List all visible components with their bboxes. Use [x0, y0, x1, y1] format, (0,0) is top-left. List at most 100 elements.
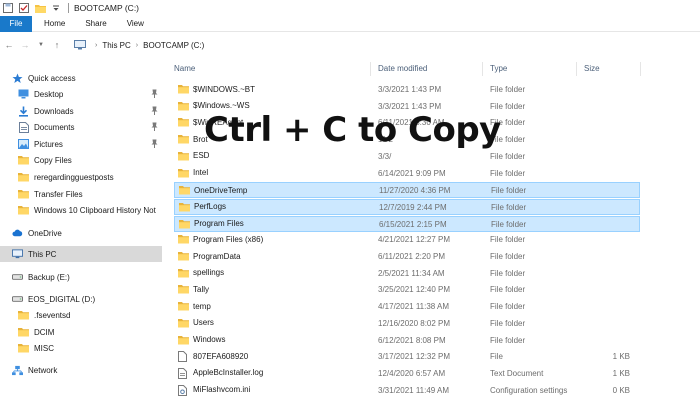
column-divider[interactable] — [482, 62, 483, 76]
address-box[interactable]: › This PC › BOOTCAMP (C:) — [70, 36, 700, 54]
save-icon[interactable] — [2, 2, 14, 14]
folder-icon — [18, 155, 29, 166]
sidebar-item-label: Copy Files — [34, 155, 72, 165]
up-arrow-icon[interactable]: ↑ — [50, 38, 64, 52]
sidebar-item[interactable]: OneDrive — [0, 225, 162, 241]
cloud-icon — [12, 228, 23, 239]
file-row[interactable]: temp 4/17/2021 11:38 AM File folder — [174, 299, 640, 315]
tab-view[interactable]: View — [117, 16, 154, 32]
folder-icon — [18, 327, 29, 338]
file-row[interactable]: spellings 2/5/2021 11:34 AM File folder — [174, 266, 640, 282]
sidebar-item[interactable]: .fseventsd — [0, 307, 162, 323]
sidebar-item-label: Network — [28, 365, 58, 375]
file-size: 1 KB — [612, 352, 630, 362]
pc-icon — [74, 40, 86, 50]
file-date-modified: 6/15/2021 2:15 PM — [379, 219, 447, 229]
file-row[interactable]: MiFlashvcom.ini 3/31/2021 11:49 AM Configu… — [174, 383, 640, 399]
sidebar-item-label: This PC — [28, 249, 57, 259]
file-date-modified: 6/14/2021 9:09 PM — [378, 168, 446, 178]
file-type: File folder — [490, 151, 526, 161]
file-row[interactable]: Users 12/16/2020 8:02 PM File folder — [174, 316, 640, 332]
file-row[interactable]: Windows 6/12/2021 8:08 PM File folder — [174, 333, 640, 349]
file-row[interactable]: Tally 3/25/2021 12:40 PM File folder — [174, 282, 640, 298]
file-row[interactable]: $WINDOWS.~BT 3/3/2021 1:43 PM File folder — [174, 82, 640, 98]
file-name-cell: ESD — [178, 151, 209, 161]
file-type: File folder — [490, 235, 526, 245]
title-separator — [68, 3, 69, 13]
file-date-modified: 12/4/2020 6:57 AM — [378, 368, 446, 378]
pin-icon[interactable] — [151, 139, 158, 148]
file-row[interactable]: ESD 3/3/File folder — [174, 149, 640, 165]
file-row[interactable]: Program Files (x86) 4/21/2021 12:27 PM Fil… — [174, 232, 640, 248]
title-bar: BOOTCAMP (C:) — [0, 0, 700, 16]
folder-icon — [178, 151, 189, 161]
file-row[interactable]: OneDriveTemp 11/27/2020 4:36 PM File folde… — [174, 182, 640, 199]
folder-icon — [178, 268, 189, 278]
file-name: $Windows.~WS — [193, 101, 250, 111]
file-type: File folder — [490, 302, 526, 312]
pin-icon[interactable] — [151, 89, 158, 98]
file-type: File folder — [490, 335, 526, 345]
file-name-cell: MiFlashvcom.ini — [178, 384, 250, 396]
drive-icon — [12, 272, 23, 283]
file-row[interactable]: ProgramData 6/11/2021 2:20 PM File folder — [174, 249, 640, 265]
text-file-icon — [178, 367, 189, 379]
column-divider[interactable] — [370, 62, 371, 76]
sidebar-item-label: MISC — [34, 343, 54, 353]
sidebar-item[interactable]: Network — [0, 362, 162, 378]
column-header-type[interactable]: Type — [490, 64, 507, 73]
column-header-date-modified[interactable]: Date modified — [378, 64, 427, 73]
checkbox-icon[interactable] — [18, 2, 30, 14]
sidebar-item-label: Documents — [34, 122, 75, 132]
file-row[interactable]: Program Files 6/15/2021 2:15 PM File folde… — [174, 215, 640, 232]
sidebar-item[interactable]: Downloads — [0, 103, 162, 119]
file-date-modified: 4/21/2021 12:27 PM — [378, 235, 451, 245]
file-row[interactable]: AppleBcInstaller.log 12/4/2020 6:57 AM Tex… — [174, 366, 640, 382]
dropdown-icon[interactable] — [50, 2, 62, 14]
forward-arrow-icon[interactable]: → — [18, 38, 32, 52]
file-date-modified: 3/25/2021 12:40 PM — [378, 285, 451, 295]
file-name: 807EFA608920 — [193, 351, 249, 361]
sidebar-item[interactable]: Documents — [0, 119, 162, 135]
sidebar-item[interactable]: Desktop — [0, 86, 162, 102]
sidebar-item-label: Windows 10 Clipboard History Not — [34, 205, 156, 215]
column-header-size[interactable]: Size — [584, 64, 600, 73]
file-row[interactable]: Intel 6/14/2021 9:09 PM File folder — [174, 166, 640, 182]
file-name: spellings — [193, 268, 225, 278]
sidebar-item[interactable]: reregardingguestposts — [0, 169, 162, 185]
file-date-modified: 4/17/2021 11:38 AM — [378, 302, 450, 312]
sidebar-item[interactable]: MISC — [0, 340, 162, 356]
tab-home[interactable]: Home — [32, 16, 75, 32]
folder-icon — [178, 301, 189, 311]
pin-icon[interactable] — [151, 122, 158, 131]
sidebar-item[interactable]: Copy Files — [0, 152, 162, 168]
file-name: ProgramData — [193, 251, 241, 261]
breadcrumb-this-pc[interactable]: This PC — [102, 41, 130, 50]
sidebar-item[interactable]: Windows 10 Clipboard History Not — [0, 202, 162, 218]
sidebar-item-label: OneDrive — [28, 228, 62, 238]
breadcrumb-bootcamp[interactable]: BOOTCAMP (C:) — [143, 41, 204, 50]
sidebar-item[interactable]: Transfer Files — [0, 186, 162, 202]
sidebar-item[interactable]: Pictures — [0, 136, 162, 152]
sidebar-item[interactable]: Quick access — [0, 70, 162, 86]
column-divider[interactable] — [576, 62, 577, 76]
file-row[interactable]: PerfLogs 12/7/2019 2:44 PM File folder — [174, 198, 640, 215]
sidebar-item[interactable]: DCIM — [0, 324, 162, 340]
recent-dropdown-icon[interactable]: ▼ — [34, 38, 48, 52]
column-divider[interactable] — [640, 62, 641, 76]
sidebar-item[interactable]: This PC — [0, 246, 162, 262]
tab-file[interactable]: File — [0, 15, 32, 32]
column-header-name[interactable]: Name — [174, 64, 195, 73]
file-name-cell: ProgramData — [178, 251, 241, 261]
address-bar: ← → ▼ ↑ › This PC › BOOTCAMP (C:) — [0, 33, 700, 57]
pin-icon[interactable] — [151, 106, 158, 115]
tab-share[interactable]: Share — [75, 16, 116, 32]
drive-icon — [12, 294, 23, 305]
sidebar-item[interactable]: Backup (E:) — [0, 269, 162, 285]
file-name: AppleBcInstaller.log — [193, 368, 264, 378]
sidebar-item[interactable]: EOS_DIGITAL (D:) — [0, 291, 162, 307]
file-row[interactable]: 807EFA608920 3/17/2021 12:32 PM File 1 KB — [174, 349, 640, 365]
back-arrow-icon[interactable]: ← — [2, 38, 16, 52]
folder-icon[interactable] — [34, 2, 46, 14]
file-type: File folder — [491, 186, 527, 196]
